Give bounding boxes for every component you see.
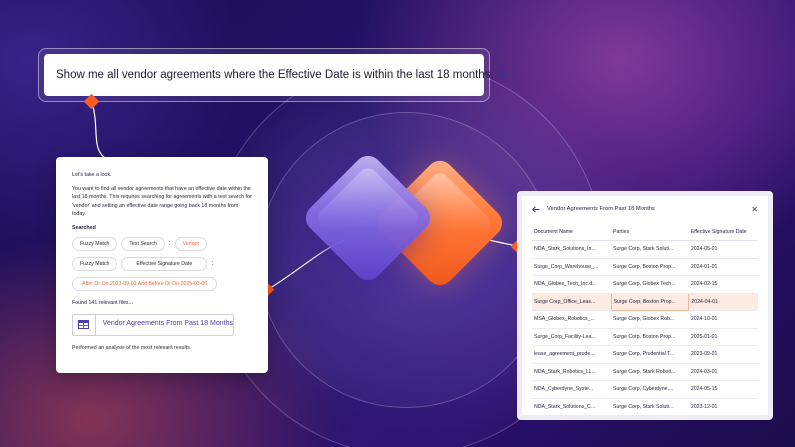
effective-date-cell[interactable]: 2023-09-01 <box>688 345 758 364</box>
table-body: NDA_Stark_Solutions_In... Surge Corp, Sta… <box>532 240 758 416</box>
document-name-cell[interactable]: NDA_Stark_Solutions_In... <box>532 240 612 259</box>
column-header-document-name[interactable]: Document Name <box>532 226 612 241</box>
response-explanation: You want to find all vendor agreements t… <box>72 186 252 217</box>
column-header-effective-date[interactable]: Effective Signature Date <box>688 226 758 241</box>
query-bar[interactable]: Show me all vendor agreements where the … <box>44 54 507 96</box>
effective-date-cell[interactable]: 2024-05-15 <box>688 380 758 399</box>
results-panel-inner: Vendor Agreements From Past 18 Months ✕ … <box>522 196 768 416</box>
parties-cell[interactable]: Surge Corp, Boston Prop... <box>611 328 689 346</box>
results-table: Document Name Parties Effective Signatur… <box>532 226 758 416</box>
match-type-chip[interactable]: Fuzzy Match <box>72 257 118 272</box>
effective-date-cell[interactable]: 2024-10-01 <box>688 310 758 329</box>
found-count: Found 141 relevant files... <box>72 300 133 307</box>
document-name-cell[interactable]: NDA_Stark_Solutions_C... <box>532 398 612 416</box>
parties-cell[interactable]: Surge Corp, Prudential T... <box>611 345 689 364</box>
result-set-label: Vendor Agreements From Past 18 Months <box>102 320 233 328</box>
arrow-right-icon <box>493 69 507 81</box>
panel-title: Vendor Agreements From Past 18 Months <box>547 206 655 212</box>
value-chip[interactable]: Vendor <box>174 237 208 252</box>
table-row[interactable]: Surge_Corp_Facility-Lea... Surge Corp, Bo… <box>532 328 758 346</box>
analysis-footer: Performed an analysis of the most releva… <box>72 344 192 351</box>
query-text[interactable]: Show me all vendor agreements where the … <box>56 69 494 81</box>
table-row[interactable]: NDA_Stark_Solutions_C... Surge Corp, Star… <box>532 398 758 416</box>
parties-cell[interactable]: Surge Corp, Stark Soluti... <box>611 240 689 259</box>
effective-date-cell[interactable]: 2023-12-01 <box>688 398 758 416</box>
document-name-cell[interactable]: MSA_Globex_Robotics_... <box>532 310 612 329</box>
effective-date-cell[interactable]: 2024-05-01 <box>688 240 758 259</box>
field-chip[interactable]: Text Search <box>121 237 165 252</box>
field-chip[interactable]: Effective Signature Date <box>121 257 208 272</box>
separator-colon: : <box>168 239 171 247</box>
search-criteria-row: Fuzzy Match Effective Signature Date : <box>72 257 252 272</box>
assistant-response-card: Let's take a look. You want to find all … <box>56 157 268 373</box>
table-row[interactable]: lease_agreement_prude... Surge Corp, Prud… <box>532 345 758 364</box>
column-header-parties[interactable]: Parties <box>611 226 689 241</box>
document-name-cell[interactable]: Surge Corp_Office_Leas... <box>532 293 612 311</box>
document-name-cell[interactable]: NDA_Cyberdyne_Syste... <box>532 380 612 399</box>
document-name-cell[interactable]: Surge_Corp_Warehouse_... <box>532 258 612 276</box>
parties-cell[interactable]: Surge Corp, Cyberdyne,... <box>611 380 689 399</box>
panel-header: Vendor Agreements From Past 18 Months ✕ <box>532 202 758 216</box>
table-row[interactable]: MSA_Globex_Robotics_... Surge Corp, Globe… <box>532 310 758 329</box>
table-row[interactable]: NDA_Cyberdyne_Syste... Surge Corp, Cyberd… <box>532 380 758 399</box>
response-intro: Let's take a look. <box>72 172 112 178</box>
parties-cell[interactable]: Surge Corp, Stark Soluti... <box>611 398 689 416</box>
table-row[interactable]: NDA_Globex_Tech_Inc.d... Surge Corp, Glob… <box>532 275 758 294</box>
parties-cell[interactable]: Surge Corp, Boston Prop... <box>611 258 689 276</box>
table-row[interactable]: Surge_Corp_Warehouse_... Surge Corp, Bost… <box>532 258 758 276</box>
background-ring-inner <box>258 112 554 408</box>
effective-date-cell[interactable]: 2024-02-15 <box>688 275 758 294</box>
effective-date-cell[interactable]: 2025-01-01 <box>688 328 758 346</box>
search-criteria-row: Fuzzy Match Text Search : Vendor <box>72 237 252 252</box>
document-name-cell[interactable]: lease_agreement_prude... <box>532 345 612 364</box>
results-panel: Vendor Agreements From Past 18 Months ✕ … <box>517 191 773 420</box>
searched-label: Searched <box>72 225 96 232</box>
document-name-cell[interactable]: Surge_Corp_Facility-Lea... <box>532 328 612 346</box>
submit-arrow-button[interactable] <box>493 65 508 85</box>
document-name-cell[interactable]: NDA_Globex_Tech_Inc.d... <box>532 275 612 294</box>
table-row[interactable]: NDA_Stark_Robotics_LL... Surge Corp, Star… <box>532 363 758 381</box>
close-icon[interactable]: ✕ <box>751 205 758 214</box>
back-arrow-icon[interactable] <box>532 204 542 214</box>
table-icon <box>73 314 96 335</box>
parties-cell[interactable]: Surge Corp, Globex Tech... <box>611 275 689 294</box>
date-filter-chip[interactable]: After Or On 2023-09-01 And Before Or On … <box>72 277 218 292</box>
parties-cell[interactable]: Surge Corp, Boston Prop... <box>610 292 690 311</box>
parties-cell[interactable]: Surge Corp, Stark Roboti... <box>611 363 689 381</box>
table-row[interactable]: NDA_Stark_Solutions_In... Surge Corp, Sta… <box>532 240 758 259</box>
table-header-row: Document Name Parties Effective Signatur… <box>532 226 758 241</box>
effective-date-cell[interactable]: 2024-03-01 <box>688 363 758 381</box>
effective-date-cell[interactable]: 2024-01-01 <box>688 258 758 276</box>
document-name-cell[interactable]: NDA_Stark_Robotics_LL... <box>532 363 612 381</box>
effective-date-cell[interactable]: 2024-04-01 <box>688 293 758 311</box>
parties-cell[interactable]: Surge Corp, Globex Rob... <box>611 310 689 329</box>
table-row[interactable]: Surge Corp_Office_Leas... Surge Corp, Bos… <box>532 292 758 311</box>
result-set-link[interactable]: Vendor Agreements From Past 18 Months <box>72 313 234 336</box>
match-type-chip[interactable]: Fuzzy Match <box>72 237 118 252</box>
separator-colon: : <box>211 259 214 267</box>
